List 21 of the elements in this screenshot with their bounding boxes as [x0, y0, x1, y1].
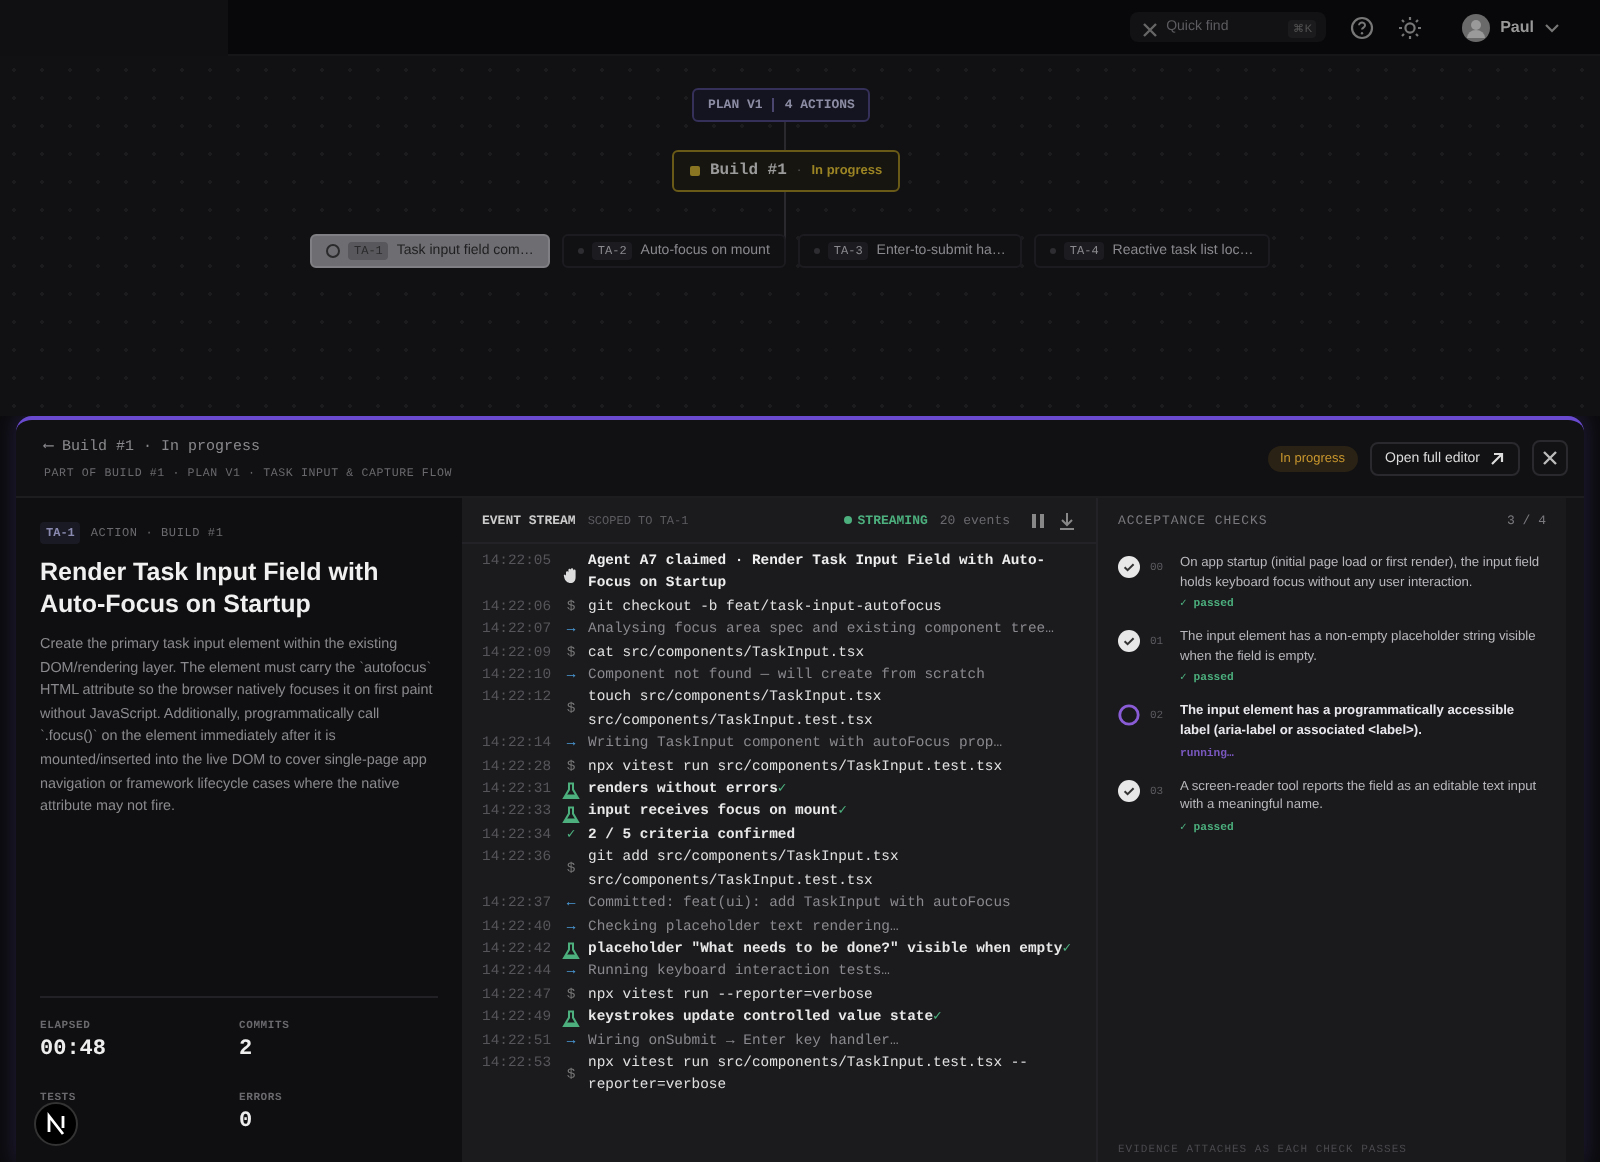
- stat-value: 0: [239, 1110, 255, 1134]
- user-name[interactable]: Paul: [1500, 18, 1534, 36]
- flask-icon: [562, 1010, 580, 1029]
- avatar-icon[interactable]: [1462, 13, 1491, 41]
- flask-icon: [562, 805, 580, 824]
- stat-value: 00:48: [40, 1038, 109, 1062]
- theme-sun-icon[interactable]: [1398, 15, 1423, 39]
- stat-value: 2: [239, 1038, 255, 1062]
- pause-icon[interactable]: [1030, 511, 1046, 529]
- close-button[interactable]: [1532, 440, 1568, 476]
- flask-icon: [562, 782, 580, 801]
- chevron-down-icon[interactable]: [1544, 21, 1560, 33]
- task-title: Render Task Input Field with Auto-Focus on Startup: [40, 556, 381, 620]
- external-link-icon: [1490, 451, 1504, 465]
- close-icon: [1542, 450, 1558, 466]
- live-dot-icon: [843, 516, 852, 524]
- hand-icon: [562, 565, 580, 584]
- dev-indicator-icon[interactable]: [34, 1102, 78, 1146]
- download-icon[interactable]: [1058, 511, 1076, 529]
- help-icon[interactable]: [1350, 15, 1375, 39]
- flask-icon: [562, 942, 580, 961]
